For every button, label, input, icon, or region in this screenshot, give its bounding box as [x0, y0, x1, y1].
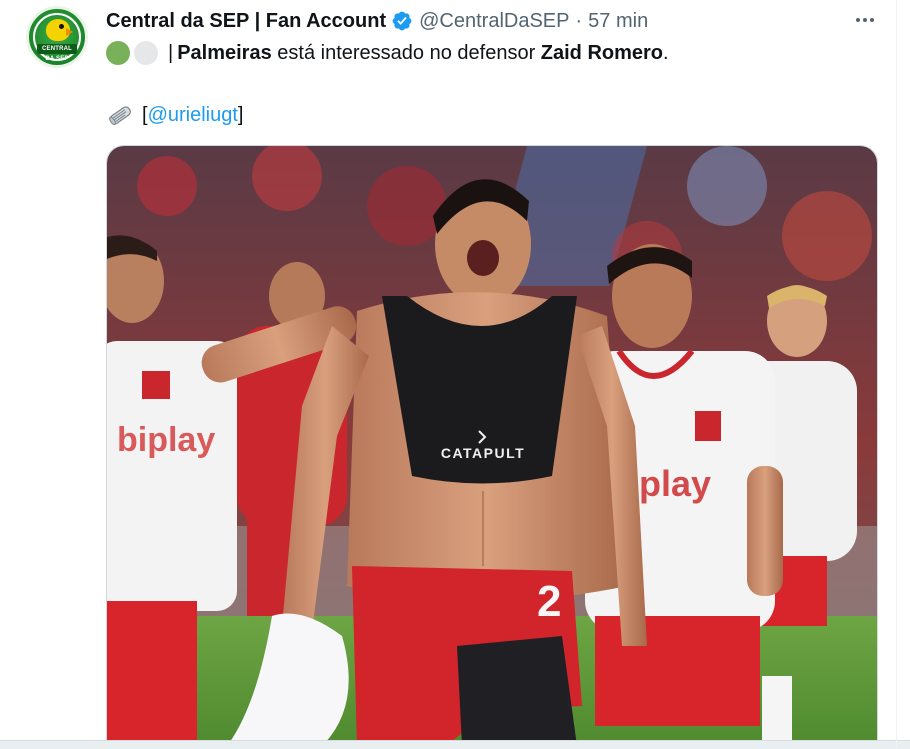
author-name[interactable]: Central da SEP | Fan Account [106, 10, 386, 33]
green-circle-emoji-icon [106, 41, 130, 65]
avatar-mascot-beak [66, 28, 73, 36]
column-border [896, 0, 897, 748]
avatar-mascot-eye [59, 24, 64, 29]
tweet-timestamp[interactable]: 57 min [588, 10, 648, 33]
left-jersey-sponsor: biplay [117, 421, 215, 459]
rolled-newspaper-icon [109, 106, 131, 126]
text-pipe: | [168, 42, 174, 64]
tweet[interactable]: CENTRAL DA SEP Central da SEP | Fan Acco… [0, 0, 910, 749]
text-end: . [663, 42, 669, 64]
avatar-banner-text: CENTRAL DA SEP [41, 46, 73, 62]
tweet-source-line: [ @urieliugt ] [106, 100, 243, 130]
shorts-number: 2 [537, 577, 561, 626]
tweet-text-line: | Palmeiras está interessado no defensor… [106, 38, 886, 68]
player-name: Zaid Romero [540, 42, 664, 64]
tweet-header: Central da SEP | Fan Account @CentralDaS… [106, 6, 648, 36]
more-dot [870, 18, 874, 22]
football-celebration-photo: biplay biplay CATAPULT 2 [107, 146, 877, 744]
vest-brand-label: CATAPULT [441, 445, 525, 461]
white-circle-emoji-icon [134, 41, 158, 65]
club-name: Palmeiras [177, 42, 272, 64]
tweet-text: | Palmeiras está interessado no defensor… [106, 38, 886, 126]
more-dot [863, 18, 867, 22]
author-handle[interactable]: @CentralDaSEP [419, 10, 569, 33]
more-dot [856, 18, 860, 22]
more-options-icon[interactable] [850, 8, 880, 32]
author-avatar[interactable]: CENTRAL DA SEP [26, 6, 88, 68]
tweet-photo[interactable]: biplay biplay CATAPULT 2 [106, 145, 878, 745]
header-separator: · [575, 9, 583, 32]
avatar-banner: CENTRAL DA SEP [37, 44, 77, 62]
text-middle: está interessado no defensor [271, 42, 541, 64]
bracket-close: ] [237, 104, 244, 126]
verified-badge-icon[interactable] [391, 10, 413, 32]
mention-link[interactable]: @urieliugt [148, 100, 238, 130]
